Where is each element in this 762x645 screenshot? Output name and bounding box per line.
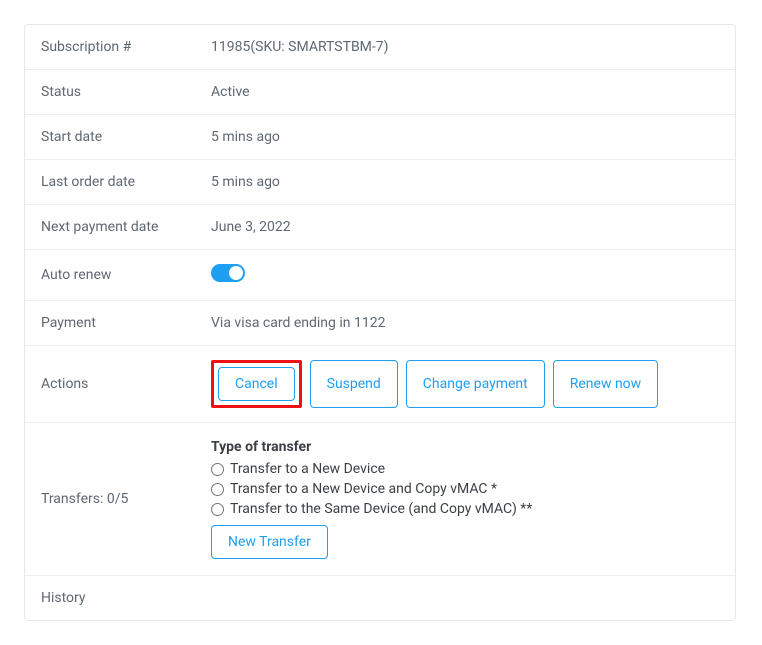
row-transfers: Transfers: 0/5 Type of transfer Transfer…: [25, 423, 735, 576]
row-start-date: Start date 5 mins ago: [25, 115, 735, 160]
transfer-option-same-device[interactable]: Transfer to the Same Device (and Copy vM…: [211, 501, 719, 517]
transfer-option-new-device-copy-vmac[interactable]: Transfer to a New Device and Copy vMAC *: [211, 481, 719, 497]
row-actions: Actions Cancel Suspend Change payment Re…: [25, 346, 735, 423]
status-value: Active: [211, 84, 719, 100]
row-payment: Payment Via visa card ending in 1122: [25, 301, 735, 346]
change-payment-button[interactable]: Change payment: [406, 360, 545, 408]
transfer-radio-1[interactable]: [211, 463, 224, 476]
transfer-option-1-label: Transfer to a New Device: [230, 461, 385, 477]
row-last-order: Last order date 5 mins ago: [25, 160, 735, 205]
cancel-button[interactable]: Cancel: [218, 367, 295, 401]
payment-value: Via visa card ending in 1122: [211, 315, 719, 331]
start-date-label: Start date: [41, 129, 211, 145]
actions-label: Actions: [41, 376, 211, 392]
status-label: Status: [41, 84, 211, 100]
history-label: History: [41, 590, 211, 606]
transfer-radio-3[interactable]: [211, 503, 224, 516]
row-history: History: [25, 576, 735, 620]
transfers-label: Transfers: 0/5: [41, 491, 211, 507]
auto-renew-label: Auto renew: [41, 267, 211, 283]
cancel-highlight: Cancel: [211, 360, 302, 408]
start-date-value: 5 mins ago: [211, 129, 719, 145]
last-order-label: Last order date: [41, 174, 211, 190]
next-payment-label: Next payment date: [41, 219, 211, 235]
transfer-option-new-device[interactable]: Transfer to a New Device: [211, 461, 719, 477]
last-order-value: 5 mins ago: [211, 174, 719, 190]
subscription-value: 11985(SKU: SMARTSTBM-7): [211, 39, 719, 55]
payment-label: Payment: [41, 315, 211, 331]
transfer-option-3-label: Transfer to the Same Device (and Copy vM…: [230, 501, 532, 517]
subscription-label: Subscription #: [41, 39, 211, 55]
transfer-radio-2[interactable]: [211, 483, 224, 496]
subscription-panel: Subscription # 11985(SKU: SMARTSTBM-7) S…: [24, 24, 736, 621]
transfer-option-2-label: Transfer to a New Device and Copy vMAC *: [230, 481, 497, 497]
renew-now-button[interactable]: Renew now: [553, 360, 658, 408]
new-transfer-button[interactable]: New Transfer: [211, 525, 328, 559]
row-auto-renew: Auto renew: [25, 250, 735, 301]
suspend-button[interactable]: Suspend: [310, 360, 398, 408]
row-next-payment: Next payment date June 3, 2022: [25, 205, 735, 250]
row-subscription: Subscription # 11985(SKU: SMARTSTBM-7): [25, 25, 735, 70]
next-payment-value: June 3, 2022: [211, 219, 719, 235]
transfer-heading: Type of transfer: [211, 439, 719, 455]
row-status: Status Active: [25, 70, 735, 115]
auto-renew-toggle[interactable]: [211, 264, 245, 282]
